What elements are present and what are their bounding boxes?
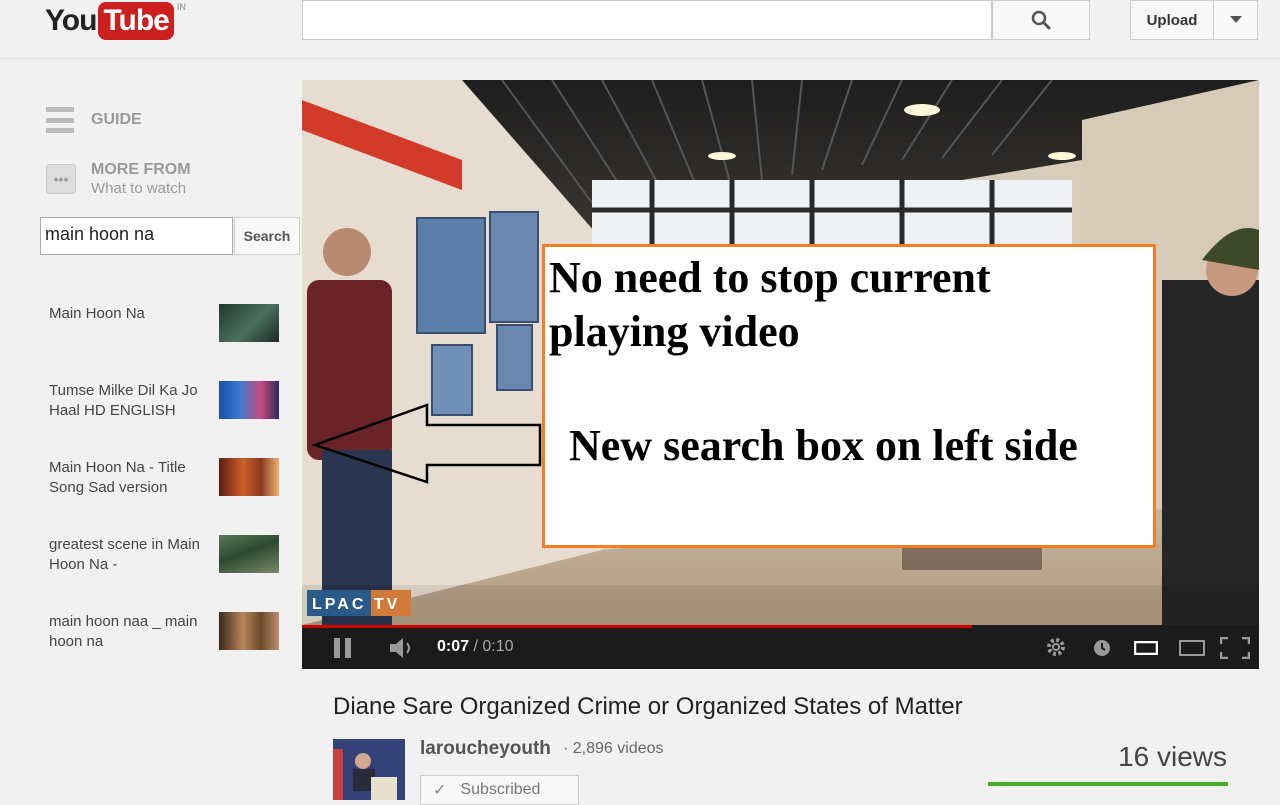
small-player-icon[interactable] xyxy=(1134,641,1158,655)
hamburger-icon xyxy=(46,106,74,134)
result-thumbnail xyxy=(219,612,279,650)
logo-you-text: You xyxy=(45,4,97,37)
search-button[interactable] xyxy=(992,0,1090,40)
callout-line-2: playing video xyxy=(549,307,800,356)
result-thumbnail xyxy=(219,304,279,342)
subscribed-button[interactable]: ✓ Subscribed xyxy=(420,775,579,805)
result-title: Main Hoon Na - Title Song Sad version xyxy=(49,459,186,496)
search-input[interactable] xyxy=(302,0,992,40)
subscribed-label: Subscribed xyxy=(460,781,541,798)
more-dots-icon: ••• xyxy=(46,164,76,194)
result-title: Tumse Milke Dil Ka Jo Haal HD ENGLISH xyxy=(49,382,198,419)
channel-avatar[interactable] xyxy=(333,739,405,800)
result-title: Main Hoon Na xyxy=(49,305,145,322)
result-title: greatest scene in Main Hoon Na - xyxy=(49,536,200,573)
what-to-watch-label: What to watch xyxy=(91,180,187,197)
country-code: IN xyxy=(176,2,186,12)
avatar-image xyxy=(333,739,405,800)
like-ratio-bar xyxy=(988,782,1228,786)
time-display: 0:07 / 0:10 xyxy=(437,638,514,655)
view-count: 16 views xyxy=(1118,741,1227,772)
masthead: You Tube IN Upload xyxy=(0,0,1280,59)
result-thumbnail xyxy=(219,381,279,419)
callout-line-3: New search box on left side xyxy=(569,421,1078,470)
sidebar-search-input[interactable]: main hoon na xyxy=(40,217,233,255)
volume-icon[interactable] xyxy=(390,638,416,658)
progress-bar[interactable] xyxy=(302,625,972,628)
annotation-arrow xyxy=(311,403,542,484)
player-controls: 0:07 / 0:10 xyxy=(302,625,1259,669)
large-player-icon[interactable] xyxy=(1179,640,1205,656)
watch-later-icon[interactable] xyxy=(1093,639,1111,657)
more-from-label: MORE FROM xyxy=(91,161,191,178)
search-icon xyxy=(1031,10,1051,30)
channel-name[interactable]: laroucheyouth xyxy=(420,738,551,760)
result-title: main hoon naa _ main hoon na xyxy=(49,613,198,650)
caret-down-icon xyxy=(1229,16,1242,23)
pause-icon[interactable] xyxy=(332,638,354,658)
callout-line-1: No need to stop current xyxy=(549,253,991,302)
duration: 0:10 xyxy=(482,638,514,655)
settings-gear-icon[interactable] xyxy=(1045,636,1067,658)
annotation-callout: No need to stop current playing video Ne… xyxy=(542,244,1156,548)
logo-tube-text: Tube xyxy=(98,2,174,40)
channel-video-count: · 2,896 videos xyxy=(563,740,664,757)
fullscreen-icon[interactable] xyxy=(1220,637,1250,659)
result-thumbnail xyxy=(219,458,279,496)
lpac-watermark: LPAC TV xyxy=(312,596,400,613)
guide-label: GUIDE xyxy=(91,111,142,128)
video-title: Diane Sare Organized Crime or Organized … xyxy=(333,693,963,720)
sidebar-search-button[interactable]: Search xyxy=(234,217,300,255)
guide-button[interactable]: GUIDE xyxy=(46,106,142,134)
current-time: 0:07 xyxy=(437,638,470,655)
checkmark-icon: ✓ xyxy=(433,782,447,799)
result-thumbnail xyxy=(219,535,279,573)
more-from-button[interactable]: ••• MORE FROM What to watch xyxy=(46,161,191,197)
upload-button[interactable]: Upload xyxy=(1130,0,1214,40)
youtube-logo[interactable]: You Tube IN xyxy=(45,2,186,40)
upload-dropdown-button[interactable] xyxy=(1214,0,1258,40)
